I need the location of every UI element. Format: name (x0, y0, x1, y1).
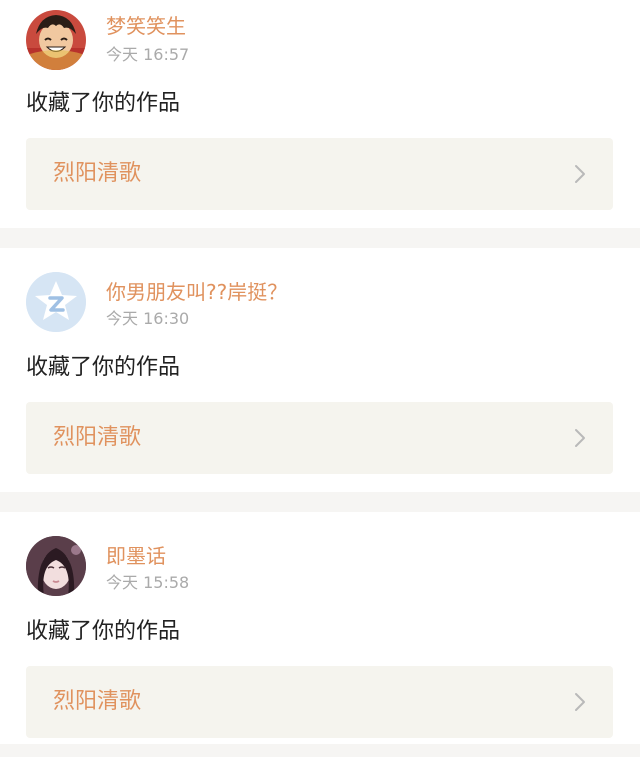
action-text: 收藏了你的作品 (26, 355, 181, 380)
section-separator (0, 228, 640, 248)
work-title: 烈阳清歌 (53, 161, 142, 186)
timestamp: 今天 16:30 (106, 309, 190, 328)
portrait-photo-avatar-icon (26, 536, 86, 596)
user-avatar[interactable] (26, 536, 86, 596)
chevron-right-icon (573, 691, 587, 713)
work-title: 烈阳清歌 (53, 425, 142, 450)
notification-item: 梦笑笑生 今天 16:57 收藏了你的作品 烈阳清歌 (0, 0, 640, 228)
username[interactable]: 梦笑笑生 (106, 12, 186, 40)
user-avatar[interactable] (26, 10, 86, 70)
notification-item: 即墨话 今天 15:58 收藏了你的作品 烈阳清歌 (0, 512, 640, 740)
action-text: 收藏了你的作品 (26, 91, 181, 116)
username[interactable]: 即墨话 (106, 542, 166, 570)
action-text: 收藏了你的作品 (26, 619, 181, 644)
chevron-right-icon (573, 427, 587, 449)
timestamp: 今天 15:58 (106, 573, 190, 592)
user-avatar[interactable] (26, 272, 86, 332)
notification-item: 你男朋友叫??岸挺？ 今天 16:30 收藏了你的作品 烈阳清歌 (0, 248, 640, 476)
timestamp: 今天 16:57 (106, 45, 190, 64)
section-separator (0, 744, 640, 757)
username[interactable]: 你男朋友叫??岸挺？ (106, 278, 287, 306)
work-link-card[interactable]: 烈阳清歌 (26, 666, 613, 738)
notification-feed: 梦笑笑生 今天 16:57 收藏了你的作品 烈阳清歌 你男朋友叫??岸挺？ 今天… (0, 0, 640, 757)
work-link-card[interactable]: 烈阳清歌 (26, 138, 613, 210)
default-qq-avatar-icon (26, 272, 86, 332)
work-title: 烈阳清歌 (53, 689, 142, 714)
work-link-card[interactable]: 烈阳清歌 (26, 402, 613, 474)
anime-character-avatar-icon (26, 10, 86, 70)
section-separator (0, 492, 640, 512)
chevron-right-icon (573, 163, 587, 185)
